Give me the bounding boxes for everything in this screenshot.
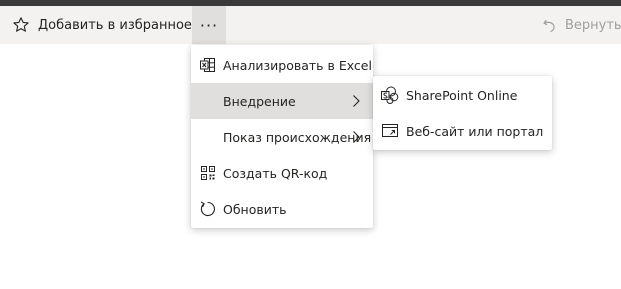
add-to-favorites-label: Добавить в избранное [38, 17, 192, 33]
toolbar: Добавить в избранное ··· Вернуть [0, 6, 621, 44]
menu-item-embed[interactable]: Внедрение [191, 83, 373, 119]
undo-label: Вернуть [565, 17, 621, 33]
menu-item-label: Анализировать в Excel [223, 57, 372, 73]
submenu-item-website-or-portal[interactable]: Веб-сайт или портал [373, 113, 552, 149]
star-icon [10, 14, 32, 36]
menu-item-label: Создать QR-код [223, 165, 328, 181]
chevron-right-icon [353, 131, 360, 143]
submenu-item-sharepoint-online[interactable]: SharePoint Online [373, 77, 552, 113]
more-options-button[interactable]: ··· [192, 6, 226, 44]
menu-item-create-qr-code[interactable]: Создать QR-код [191, 155, 373, 191]
menu-item-label: Внедрение [223, 93, 296, 109]
refresh-icon [199, 200, 217, 218]
sharepoint-icon [380, 85, 400, 105]
chevron-right-icon [353, 95, 360, 107]
more-options-menu: Анализировать в Excel Внедрение Показ пр… [191, 45, 373, 228]
embed-submenu: SharePoint Online Веб-сайт или портал [373, 76, 552, 150]
add-to-favorites-button[interactable]: Добавить в избранное [10, 12, 192, 38]
undo-button[interactable]: Вернуть [540, 12, 621, 38]
excel-icon [199, 56, 217, 74]
menu-item-analyze-in-excel[interactable]: Анализировать в Excel [191, 47, 373, 83]
website-icon [380, 121, 400, 141]
menu-item-label: Обновить [223, 201, 287, 217]
undo-icon [540, 15, 560, 35]
qr-code-icon [199, 164, 217, 182]
menu-item-refresh[interactable]: Обновить [191, 191, 373, 227]
submenu-item-label: SharePoint Online [406, 87, 518, 103]
submenu-item-label: Веб-сайт или портал [406, 123, 544, 139]
menu-item-show-lineage[interactable]: Показ происхождения [191, 119, 373, 155]
